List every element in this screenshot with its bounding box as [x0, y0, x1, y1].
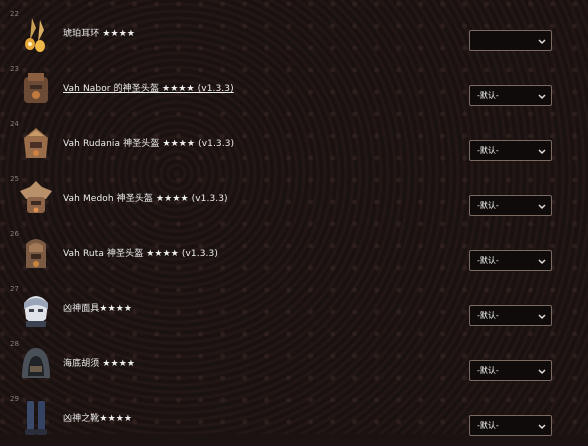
variant-select[interactable]: -默认- — [469, 415, 552, 436]
chevron-down-icon — [538, 148, 546, 154]
select-value: -默认- — [477, 311, 499, 320]
mask-icon — [24, 296, 48, 327]
list-item: 24 Vah Rudania 神圣头盔 ★★★★ (v1.3.3) -默认- — [0, 116, 588, 171]
select-value: -默认- — [477, 366, 499, 375]
helmet-icon — [24, 128, 48, 158]
variant-select[interactable]: -默认- — [469, 85, 552, 106]
helmet-icon — [24, 73, 48, 103]
chevron-down-icon — [538, 93, 546, 99]
item-list: 22 琥珀耳环 ★★★★ 23 Vah Nabor 的神圣头盔 ★★★★ (v1… — [0, 0, 588, 436]
chevron-down-icon — [538, 368, 546, 374]
variant-select[interactable] — [469, 30, 552, 51]
variant-select[interactable]: -默认- — [469, 360, 552, 381]
variant-select[interactable]: -默认- — [469, 305, 552, 326]
item-name: 凶神面具★★★★ — [63, 304, 133, 314]
chevron-down-icon — [538, 38, 546, 44]
variant-select[interactable]: -默认- — [469, 195, 552, 216]
chevron-down-icon — [538, 423, 546, 429]
item-name: 海底胡须 ★★★★ — [63, 359, 136, 369]
item-name-link[interactable]: Vah Nabor 的神圣头盔 ★★★★ (v1.3.3) — [63, 81, 234, 94]
list-item: 23 Vah Nabor 的神圣头盔 ★★★★ (v1.3.3) -默认- — [0, 61, 588, 116]
hood-icon — [22, 348, 50, 378]
item-name: 琥珀耳环 ★★★★ — [63, 29, 136, 39]
list-item: 22 琥珀耳环 ★★★★ — [0, 6, 588, 61]
item-name: 凶神之靴★★★★ — [63, 414, 133, 424]
list-item: 28 海底胡须 ★★★★ -默认- — [0, 336, 588, 391]
select-value: -默认- — [477, 421, 499, 430]
chevron-down-icon — [538, 313, 546, 319]
select-value: -默认- — [477, 91, 499, 100]
helmet-icon — [26, 239, 46, 268]
chevron-down-icon — [538, 203, 546, 209]
select-value: -默认- — [477, 201, 499, 210]
select-value: -默认- — [477, 256, 499, 265]
list-item: 29 凶神之靴★★★★ -默认- — [0, 391, 588, 446]
variant-select[interactable]: -默认- — [469, 140, 552, 161]
boots-icon — [25, 401, 47, 435]
list-item: 26 Vah Ruta 神圣头盔 ★★★★ (v1.3.3) -默认- — [0, 226, 588, 281]
helmet-icon — [20, 181, 52, 213]
item-name: Vah Medoh 神圣头盔 ★★★★ (v1.3.3) — [63, 194, 228, 204]
earring-icon — [25, 18, 45, 52]
chevron-down-icon — [538, 258, 546, 264]
item-name: Vah Rudania 神圣头盔 ★★★★ (v1.3.3) — [63, 139, 235, 149]
item-name: Vah Ruta 神圣头盔 ★★★★ (v1.3.3) — [63, 249, 218, 259]
select-value: -默认- — [477, 146, 499, 155]
variant-select[interactable]: -默认- — [469, 250, 552, 271]
list-item: 25 Vah Medoh 神圣头盔 ★★★★ (v1.3.3) -默认- — [0, 171, 588, 226]
list-item: 27 凶神面具★★★★ -默认- — [0, 281, 588, 336]
